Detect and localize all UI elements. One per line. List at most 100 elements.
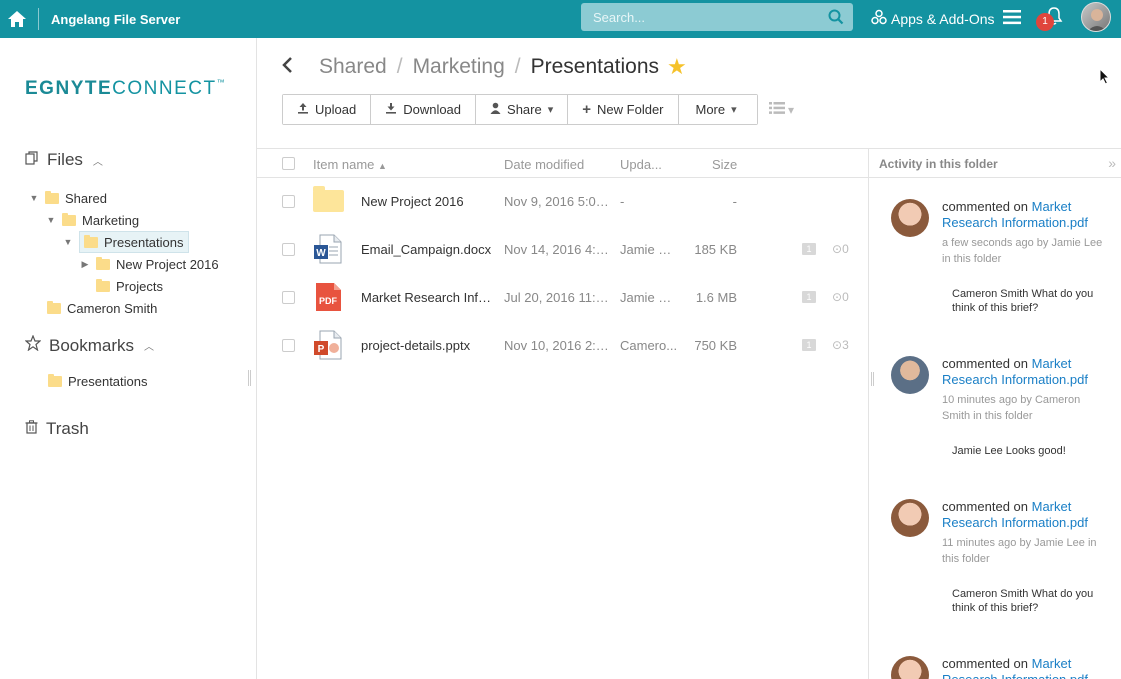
tree-item-shared[interactable]: ▼ Shared: [29, 187, 107, 209]
home-icon[interactable]: [2, 0, 32, 38]
view-toggle[interactable]: ▾: [769, 102, 794, 117]
folder-icon: [96, 278, 110, 292]
file-name[interactable]: Email_Campaign.docx: [361, 242, 496, 257]
tree-item-cameron-smith[interactable]: Cameron Smith: [31, 297, 157, 319]
tree-item-projects[interactable]: Projects: [80, 275, 163, 297]
star-outline-icon: [24, 334, 42, 356]
select-all-checkbox[interactable]: [282, 157, 295, 170]
back-arrow-icon[interactable]: [281, 54, 299, 80]
version-count[interactable]: ⊙3: [832, 338, 849, 352]
expand-arrow-icon[interactable]: ▼: [29, 193, 39, 203]
egnyte-connect-logo[interactable]: EGNYTECONNECT™: [25, 78, 225, 100]
apps-label: Apps & Add-Ons: [891, 10, 995, 27]
expand-arrow-icon[interactable]: ▼: [63, 237, 73, 247]
row-checkbox[interactable]: [282, 243, 295, 256]
file-name[interactable]: New Project 2016: [361, 194, 496, 209]
tree-item-new-project-2016[interactable]: ▶ New Project 2016: [80, 253, 219, 275]
activity-comment: Cameron Smith What do you think of this …: [952, 288, 1094, 314]
tree-item-label: Marketing: [82, 212, 140, 228]
trash-link[interactable]: Trash: [25, 419, 89, 439]
notifications-button[interactable]: 1: [1036, 6, 1066, 32]
activity-comment: Jamie Lee Looks good!: [952, 445, 1066, 457]
row-checkbox[interactable]: [282, 195, 295, 208]
user-icon: [490, 102, 501, 117]
activity-resize-handle[interactable]: [871, 372, 874, 386]
table-row[interactable]: New Project 2016 Nov 9, 2016 5:03... - -: [257, 178, 868, 226]
apps-addons-link[interactable]: Apps & Add-Ons: [871, 9, 995, 28]
table-row[interactable]: P project-details.pptx Nov 10, 2016 2:0.…: [257, 322, 868, 370]
chevron-up-icon[interactable]: ︿: [93, 153, 103, 168]
comment-count-icon[interactable]: 1: [802, 243, 816, 255]
user-avatar[interactable]: [1081, 2, 1111, 32]
updated-by: Jamie Lee: [620, 290, 678, 305]
hamburger-menu-icon[interactable]: [1003, 9, 1021, 28]
powerpoint-icon: P: [314, 330, 343, 360]
collapse-arrow-icon[interactable]: ▶: [80, 259, 90, 270]
tree-item-label: Projects: [116, 278, 163, 294]
activity-title: Activity in this folder: [879, 157, 998, 171]
expand-arrow-icon[interactable]: ▼: [46, 215, 56, 225]
clock-icon: ⊙: [832, 290, 843, 304]
search-box[interactable]: [581, 3, 853, 31]
sidebar-resize-handle[interactable]: [248, 370, 251, 386]
comment-count-icon[interactable]: 1: [802, 339, 816, 351]
pdf-icon: PDF: [314, 282, 343, 312]
folder-icon: [84, 234, 98, 248]
bookmarks-section-header[interactable]: Bookmarks ︿: [24, 334, 154, 356]
avatar[interactable]: [891, 356, 929, 394]
breadcrumb-marketing[interactable]: Marketing: [413, 55, 505, 79]
breadcrumb-current: Presentations: [530, 55, 660, 78]
table-row[interactable]: PDF Market Research Infor... Jul 20, 201…: [257, 274, 868, 322]
folder-icon: [47, 300, 61, 314]
new-folder-button[interactable]: + New Folder: [568, 95, 679, 124]
activity-meta: 11 minutes ago by Jamie Lee in this fold…: [942, 537, 1097, 565]
bookmark-label: Presentations: [68, 373, 148, 389]
avatar[interactable]: [891, 199, 929, 237]
trash-icon: [25, 419, 38, 439]
row-checkbox[interactable]: [282, 291, 295, 304]
svg-text:W: W: [316, 248, 326, 259]
activity-text: commented on Market Research Information…: [942, 199, 1088, 230]
files-section-header[interactable]: Files ︿: [25, 150, 103, 170]
tree-item-presentations[interactable]: ▼ Presentations: [63, 231, 189, 253]
file-name[interactable]: Market Research Infor...: [361, 290, 496, 305]
files-icon: [25, 150, 39, 170]
download-button[interactable]: Download: [371, 95, 477, 124]
row-checkbox[interactable]: [282, 339, 295, 352]
breadcrumb-shared[interactable]: Shared: [319, 55, 387, 79]
column-date-modified[interactable]: Date modified: [504, 157, 584, 172]
files-label: Files: [47, 150, 83, 169]
column-updated-by[interactable]: Upda...: [620, 157, 662, 172]
chevron-up-icon[interactable]: ︿: [144, 338, 154, 353]
collapse-panel-icon[interactable]: »: [1108, 155, 1116, 171]
search-input[interactable]: [581, 3, 821, 31]
search-icon[interactable]: [828, 9, 844, 28]
comment-count-icon[interactable]: 1: [802, 291, 816, 303]
tree-item-label: Shared: [65, 190, 107, 206]
selected-folder[interactable]: Presentations: [79, 231, 189, 253]
bookmarks-label: Bookmarks: [49, 335, 135, 355]
more-button[interactable]: More ▾: [678, 95, 757, 124]
bookmark-item-presentations[interactable]: Presentations: [48, 370, 148, 392]
folder-icon: [96, 256, 110, 270]
file-name[interactable]: project-details.pptx: [361, 338, 496, 353]
sidebar: EGNYTECONNECT™ Files ︿ ▼ Shared ▼ Market…: [0, 38, 257, 679]
tree-item-marketing[interactable]: ▼ Marketing: [46, 209, 139, 231]
version-count[interactable]: ⊙0: [832, 242, 849, 256]
divider: [38, 8, 39, 30]
table-row[interactable]: W Email_Campaign.docx Nov 14, 2016 4:0..…: [257, 226, 868, 274]
upload-button[interactable]: Upload: [283, 95, 372, 124]
svg-text:P: P: [318, 344, 325, 355]
activity-text: commented on Market Research Information…: [942, 656, 1107, 679]
word-document-icon: W: [314, 234, 343, 264]
activity-meta: a few seconds ago by Jamie Lee in this f…: [942, 237, 1103, 265]
bookmark-star-icon[interactable]: ★: [667, 54, 687, 80]
file-size: -: [732, 194, 737, 209]
avatar[interactable]: [891, 499, 929, 537]
column-item-name[interactable]: Item name ▲: [313, 157, 387, 172]
avatar[interactable]: [891, 656, 929, 679]
activity-header: Activity in this folder »: [869, 148, 1121, 178]
version-count[interactable]: ⊙0: [832, 290, 849, 304]
share-button[interactable]: Share ▾: [476, 95, 569, 124]
column-size[interactable]: Size: [712, 157, 737, 172]
